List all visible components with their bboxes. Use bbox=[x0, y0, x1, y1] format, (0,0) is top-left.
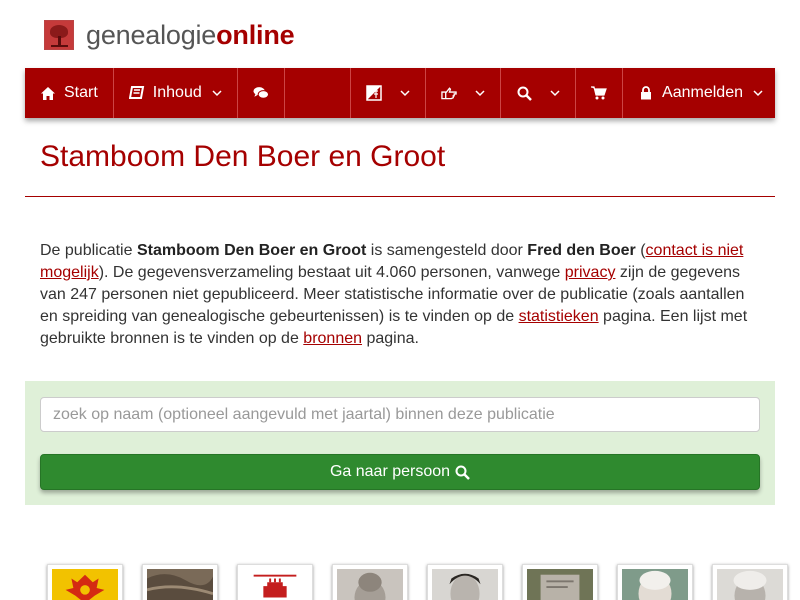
lock-icon bbox=[638, 85, 654, 101]
brand-part-2: online bbox=[216, 19, 295, 50]
chevron-down-icon bbox=[475, 88, 485, 98]
hand-pointer-icon bbox=[441, 85, 457, 101]
person-search-input[interactable] bbox=[40, 397, 760, 432]
nav-inhoud-label: Inhoud bbox=[152, 84, 202, 101]
site-header: genealogieonline bbox=[44, 18, 295, 52]
publication-name: Stamboom Den Boer en Groot bbox=[136, 242, 367, 259]
intro-text: ( bbox=[635, 242, 646, 259]
title-divider bbox=[25, 196, 775, 197]
nav-aanmelden[interactable]: Aanmelden bbox=[623, 68, 775, 118]
author-name: Fred den Boer bbox=[527, 242, 636, 259]
search-icon bbox=[455, 465, 470, 480]
thumbnail-photo[interactable] bbox=[142, 564, 218, 600]
comments-icon bbox=[253, 85, 269, 101]
nav-aanmelden-label: Aanmelden bbox=[662, 84, 743, 101]
nav-search[interactable] bbox=[501, 68, 577, 118]
nav-start-label: Start bbox=[64, 84, 98, 101]
nav-start[interactable]: Start bbox=[25, 68, 114, 118]
go-to-person-label: Ga naar persoon bbox=[329, 463, 451, 480]
thumbnail-portrait[interactable] bbox=[712, 564, 788, 600]
privacy-link[interactable]: privacy bbox=[565, 264, 616, 281]
thumbnail-strip bbox=[47, 564, 800, 600]
language-icon bbox=[366, 85, 382, 101]
cart-icon bbox=[591, 85, 607, 101]
nav-pointer[interactable] bbox=[426, 68, 502, 118]
go-to-person-button[interactable]: Ga naar persoon bbox=[40, 454, 760, 490]
nav-spacer bbox=[285, 68, 352, 118]
search-panel: Ga naar persoon bbox=[25, 381, 775, 505]
tree-logo-icon[interactable] bbox=[44, 20, 74, 50]
nav-forum[interactable] bbox=[238, 68, 285, 118]
nav-language[interactable] bbox=[351, 68, 427, 118]
intro-text: ). De gegevensverzameling bestaat uit 4.… bbox=[98, 264, 565, 281]
thumbnail-gravestone[interactable] bbox=[522, 564, 598, 600]
book-icon bbox=[128, 85, 145, 101]
chevron-down-icon bbox=[753, 88, 763, 98]
main-navbar: Start Inhoud Aanmelden bbox=[25, 68, 775, 118]
chevron-down-icon bbox=[212, 88, 222, 98]
sources-link[interactable]: bronnen bbox=[303, 330, 362, 347]
home-icon bbox=[40, 85, 56, 101]
publication-intro: De publicatie Stamboom Den Boer en Groot… bbox=[40, 240, 758, 350]
intro-text: is samengesteld door bbox=[366, 242, 528, 259]
chevron-down-icon bbox=[550, 88, 560, 98]
nav-inhoud[interactable]: Inhoud bbox=[114, 68, 238, 118]
thumbnail-crest[interactable] bbox=[237, 564, 313, 600]
site-brand[interactable]: genealogieonline bbox=[86, 19, 295, 51]
intro-text: De publicatie bbox=[40, 242, 137, 259]
intro-text: pagina. bbox=[362, 330, 419, 347]
page-title: Stamboom Den Boer en Groot bbox=[40, 140, 446, 173]
nav-shop[interactable] bbox=[576, 68, 624, 118]
search-icon bbox=[516, 85, 532, 101]
thumbnail-portrait[interactable] bbox=[617, 564, 693, 600]
chevron-down-icon bbox=[400, 88, 410, 98]
thumbnail-portrait[interactable] bbox=[332, 564, 408, 600]
brand-part-1: genealogie bbox=[86, 19, 217, 50]
thumbnail-portrait[interactable] bbox=[427, 564, 503, 600]
statistics-link[interactable]: statistieken bbox=[519, 308, 599, 325]
thumbnail-coat-of-arms[interactable] bbox=[47, 564, 123, 600]
